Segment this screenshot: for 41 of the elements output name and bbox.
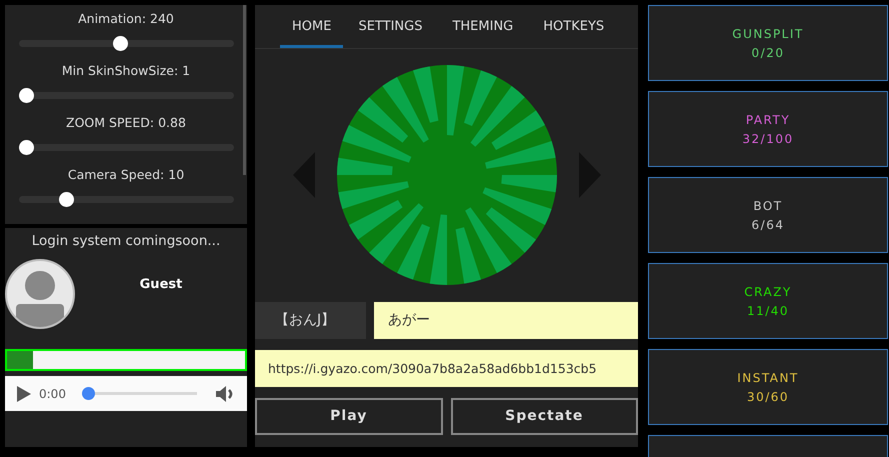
- scrollbar[interactable]: [243, 5, 246, 175]
- slider[interactable]: [18, 192, 234, 207]
- tab[interactable]: THEMING: [440, 5, 526, 48]
- player-count: 0/20: [752, 44, 784, 62]
- play-button[interactable]: Play: [255, 398, 442, 435]
- slider[interactable]: [18, 88, 234, 103]
- slider-label: Animation: 240: [78, 11, 174, 27]
- tag-label: 【おんJ】: [255, 302, 366, 339]
- player-count: 32/100: [742, 130, 794, 148]
- spectate-button[interactable]: Spectate: [450, 398, 638, 435]
- player-count: 30/60: [746, 388, 790, 406]
- nickname-field[interactable]: あがー: [374, 302, 638, 339]
- server-card[interactable]: PARTY 32/100: [648, 91, 888, 167]
- audio-player[interactable]: 0:00: [5, 376, 247, 411]
- server-name: BOT: [753, 198, 783, 214]
- seek-bar[interactable]: [82, 387, 197, 400]
- tab[interactable]: HOTKEYS: [531, 5, 616, 48]
- slider-label: ZOOM SPEED: 0.88: [66, 115, 186, 131]
- server-name: PARTY: [746, 112, 790, 128]
- server-card[interactable]: BOT 6/64: [648, 177, 888, 253]
- server-card[interactable]: INSTANT 30/60: [648, 349, 888, 425]
- username: Guest: [138, 277, 184, 293]
- slider[interactable]: [18, 140, 234, 155]
- login-message: Login system comingsoon...: [30, 232, 222, 251]
- player-count: 11/40: [746, 302, 790, 320]
- server-card[interactable]: GUNSPLIT 0/20: [648, 5, 888, 81]
- slider[interactable]: [18, 36, 234, 51]
- server-card[interactable]: CRAZY 11/40: [648, 263, 888, 339]
- server-card[interactable]: [648, 435, 888, 457]
- player-count: 6/64: [752, 216, 784, 234]
- tab[interactable]: SETTINGS: [346, 5, 434, 48]
- play-icon[interactable]: [17, 386, 31, 402]
- slider-label: Camera Speed: 10: [68, 167, 184, 183]
- slider-label: Min SkinShowSize: 1: [62, 63, 190, 79]
- server-name: GUNSPLIT: [732, 26, 804, 42]
- tab[interactable]: HOME: [280, 5, 344, 48]
- server-name: INSTANT: [737, 370, 799, 386]
- volume-icon[interactable]: [215, 384, 235, 404]
- server-name: CRAZY: [744, 284, 792, 300]
- time-text: 0:00: [39, 386, 66, 402]
- skin-url-field[interactable]: https://i.gyazo.com/3090a7b8a2a58ad6bb1d153cb5: [255, 350, 638, 387]
